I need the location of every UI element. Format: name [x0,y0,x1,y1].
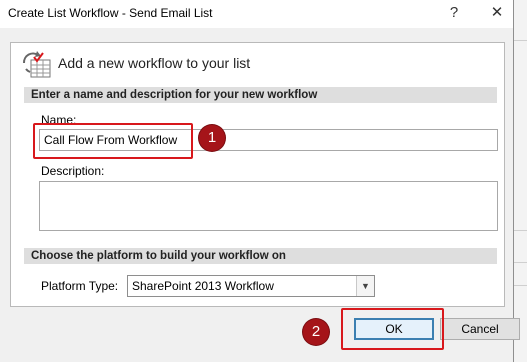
ok-highlight-annotation [341,308,444,350]
name-highlight-annotation [33,123,193,159]
step-1-badge: 1 [199,125,225,151]
chevron-down-icon[interactable]: ▼ [356,276,374,296]
workflow-icon [20,49,52,79]
description-input[interactable] [39,181,498,231]
close-button[interactable]: ✕ [483,2,511,24]
help-button[interactable]: ? [440,2,468,24]
dialog-heading: Add a new workflow to your list [58,55,251,71]
platform-section-header: Choose the platform to build your workfl… [24,248,497,264]
platform-type-select[interactable]: SharePoint 2013 Workflow ▼ [127,275,375,297]
platform-type-label: Platform Type: [41,279,119,293]
name-section-title: Enter a name and description for your ne… [31,89,318,101]
window-title: Create List Workflow - Send Email List [8,6,213,20]
platform-type-value: SharePoint 2013 Workflow [132,279,274,293]
step-2-badge: 2 [303,319,329,345]
description-label: Description: [41,164,105,178]
platform-section-title: Choose the platform to build your workfl… [31,250,286,262]
name-section-header: Enter a name and description for your ne… [24,87,497,103]
cancel-button[interactable]: Cancel [440,318,520,340]
